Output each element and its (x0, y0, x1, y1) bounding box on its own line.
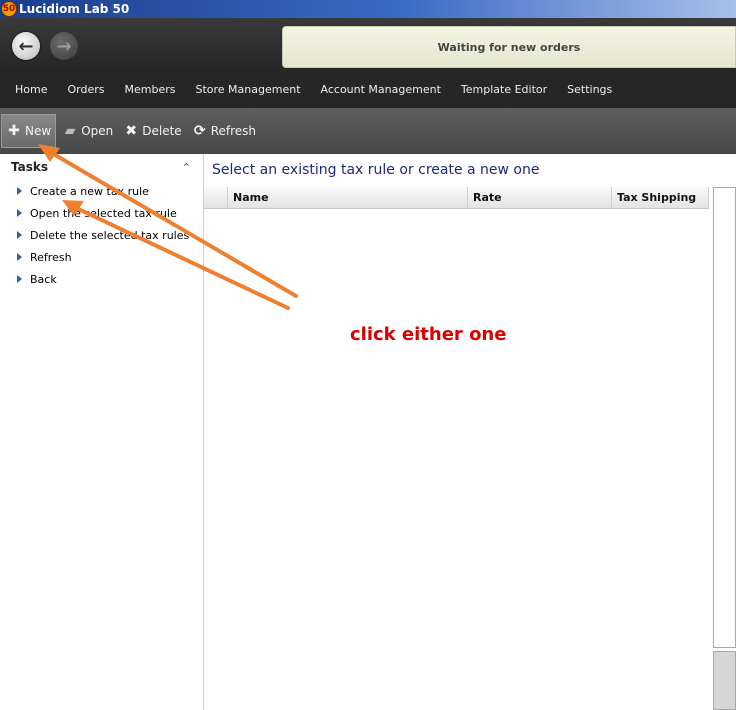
main-menu: Home Orders Members Store Management Acc… (0, 70, 736, 108)
status-text: Waiting for new orders (437, 40, 581, 54)
refresh-button[interactable]: ⟳ Refresh (188, 114, 260, 148)
triangle-right-icon (17, 275, 22, 283)
column-rate[interactable]: Rate (468, 187, 612, 208)
menu-template-editor[interactable]: Template Editor (451, 83, 557, 96)
new-button[interactable]: ✚ New (1, 114, 57, 148)
menu-account-management[interactable]: Account Management (311, 83, 451, 96)
triangle-right-icon (17, 231, 22, 239)
annotation-text: click either one (350, 324, 507, 345)
task-label: Refresh (30, 250, 72, 264)
delete-button-label: Delete (142, 124, 182, 138)
row-selector-header (204, 187, 228, 208)
tasks-panel: Tasks ⌃ Create a new tax rule Open the s… (0, 154, 204, 710)
task-label: Open the selected tax rule (30, 206, 177, 220)
refresh-button-label: Refresh (210, 124, 257, 138)
task-back[interactable]: Back (0, 268, 203, 290)
column-tax-shipping[interactable]: Tax Shipping (612, 187, 709, 208)
arrow-left-icon: ← (18, 35, 34, 57)
menu-settings[interactable]: Settings (557, 83, 622, 96)
toolbar: ✚ New ▰ Open ✖ Delete ⟳ Refresh (0, 108, 736, 154)
open-button[interactable]: ▰ Open (58, 114, 117, 148)
title-bar: 50 Lucidiom Lab 50 (0, 0, 736, 18)
task-delete-tax-rules[interactable]: Delete the selected tax rules (0, 224, 203, 246)
chevron-up-icon[interactable]: ⌃ (182, 161, 191, 174)
menu-store-management[interactable]: Store Management (185, 83, 310, 96)
main-panel: Select an existing tax rule or create a … (204, 154, 736, 710)
triangle-right-icon (17, 209, 22, 217)
status-panel: Waiting for new orders (282, 26, 736, 68)
triangle-right-icon (17, 253, 22, 261)
tasks-header[interactable]: Tasks ⌃ (0, 154, 203, 180)
header: ← → Waiting for new orders (0, 18, 736, 70)
task-create-tax-rule[interactable]: Create a new tax rule (0, 180, 203, 202)
task-open-tax-rule[interactable]: Open the selected tax rule (0, 202, 203, 224)
menu-members[interactable]: Members (114, 83, 185, 96)
x-icon: ✖ (125, 123, 138, 139)
task-label: Back (30, 272, 57, 286)
triangle-right-icon (17, 187, 22, 195)
window-title: Lucidiom Lab 50 (19, 2, 130, 16)
detail-panel-button[interactable] (713, 651, 736, 710)
task-label: Create a new tax rule (30, 184, 149, 198)
arrow-right-icon: → (56, 35, 72, 57)
detail-panel (713, 187, 736, 648)
plus-icon: ✚ (8, 123, 20, 139)
tasks-title: Tasks (11, 160, 49, 174)
app-logo-icon: 50 (1, 1, 17, 17)
delete-button[interactable]: ✖ Delete (119, 114, 185, 148)
back-button[interactable]: ← (12, 32, 40, 60)
forward-button[interactable]: → (50, 32, 78, 60)
task-refresh[interactable]: Refresh (0, 246, 203, 268)
menu-home[interactable]: Home (5, 83, 57, 96)
task-label: Delete the selected tax rules (30, 228, 190, 242)
column-name[interactable]: Name (228, 187, 468, 208)
tax-rules-grid-header: Name Rate Tax Shipping (204, 187, 709, 209)
menu-orders[interactable]: Orders (57, 83, 114, 96)
new-button-label: New (25, 124, 52, 138)
refresh-icon: ⟳ (193, 123, 206, 139)
open-button-label: Open (81, 124, 114, 138)
folder-icon: ▰ (64, 123, 76, 139)
page-title: Select an existing tax rule or create a … (212, 162, 540, 178)
